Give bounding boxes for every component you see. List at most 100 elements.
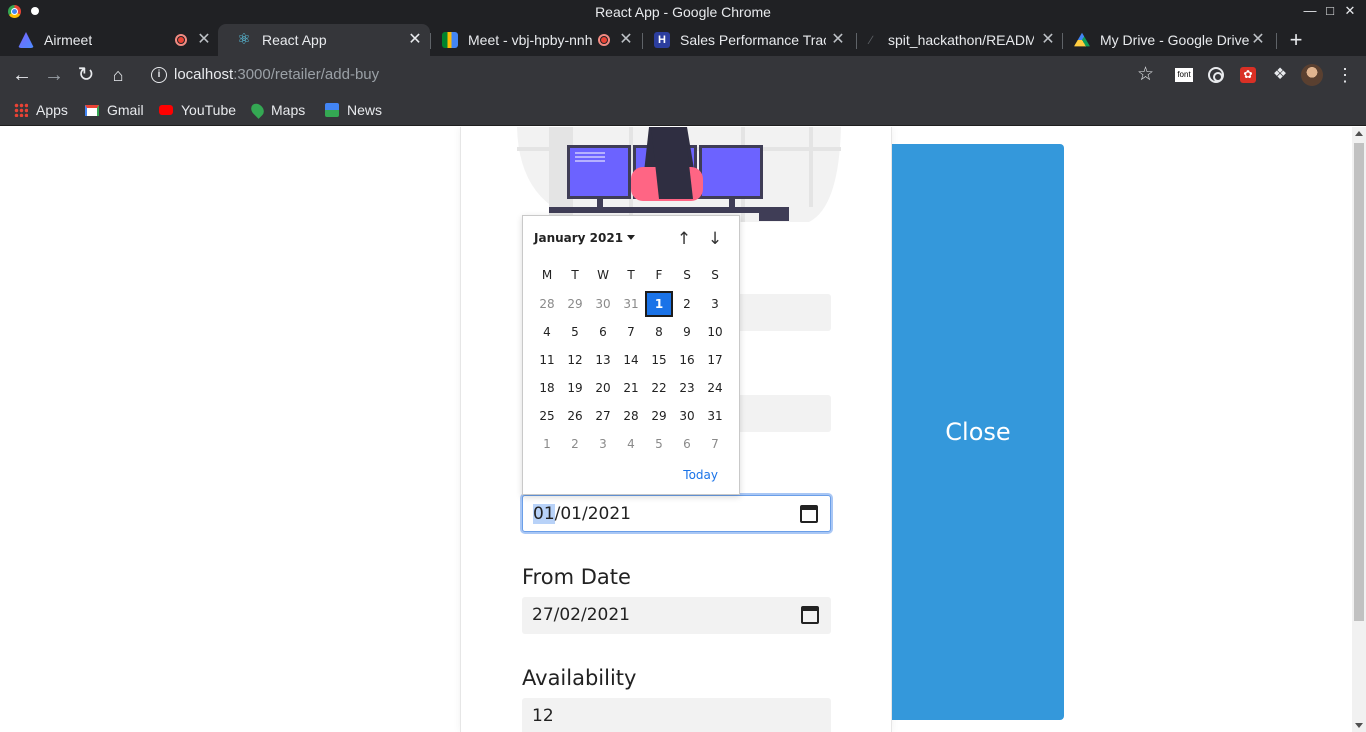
calendar-day[interactable]: 26: [561, 403, 589, 429]
tab-close-icon[interactable]: ✕: [1248, 30, 1268, 50]
from-date-value[interactable]: 27/02/2021: [532, 605, 630, 625]
calendar-day[interactable]: 23: [673, 375, 701, 401]
to-date-field[interactable]: 01/01/2021: [522, 495, 831, 532]
calendar-day[interactable]: 30: [589, 291, 617, 317]
tab-airmeet[interactable]: Airmeet ✕: [0, 24, 218, 56]
calendar-day[interactable]: 17: [701, 347, 729, 373]
calendar-day[interactable]: 20: [589, 375, 617, 401]
calendar-day[interactable]: 28: [617, 403, 645, 429]
calendar-day[interactable]: 15: [645, 347, 673, 373]
profile-avatar[interactable]: [1301, 64, 1323, 86]
calendar-day[interactable]: 4: [533, 319, 561, 345]
calendar-day[interactable]: 13: [589, 347, 617, 373]
bookmark-star-icon[interactable]: ☆: [1137, 63, 1154, 86]
font-extension-icon[interactable]: font: [1175, 68, 1193, 82]
calendar-day[interactable]: 5: [645, 431, 673, 457]
home-icon[interactable]: ⌂: [106, 63, 130, 87]
tab-close-icon[interactable]: ✕: [194, 30, 214, 50]
forward-arrow-icon[interactable]: →: [42, 63, 66, 87]
calendar-day[interactable]: 2: [561, 431, 589, 457]
bookmark-youtube[interactable]: YouTube: [159, 100, 236, 120]
tab-github-readme[interactable]: ∕ spit_hackathon/READMI ✕: [850, 24, 1062, 56]
tab-google-drive[interactable]: My Drive - Google Drive ✕: [1056, 24, 1272, 56]
calendar-day[interactable]: 25: [533, 403, 561, 429]
target-extension-icon[interactable]: [1208, 67, 1224, 83]
url-text[interactable]: localhost:3000/retailer/add-buy: [174, 66, 379, 83]
next-month-arrow-icon[interactable]: ↓: [705, 229, 725, 249]
calendar-day[interactable]: 11: [533, 347, 561, 373]
new-tab-button[interactable]: +: [1284, 29, 1308, 53]
today-button[interactable]: Today: [683, 468, 718, 482]
calendar-day[interactable]: 21: [617, 375, 645, 401]
calendar-day[interactable]: 24: [701, 375, 729, 401]
calendar-day[interactable]: 1: [533, 431, 561, 457]
day-segment[interactable]: 01: [533, 504, 555, 524]
calendar-icon[interactable]: [800, 505, 818, 523]
address-bar[interactable]: i localhost:3000/retailer/add-buy ☆: [140, 60, 1162, 90]
calendar-day[interactable]: 7: [701, 431, 729, 457]
calendar-day[interactable]: 14: [617, 347, 645, 373]
calendar-icon[interactable]: [801, 606, 819, 624]
calendar-day[interactable]: 16: [673, 347, 701, 373]
previous-month-arrow-icon[interactable]: ↑: [674, 229, 694, 249]
tab-close-icon[interactable]: ✕: [1038, 30, 1058, 50]
calendar-day[interactable]: 27: [589, 403, 617, 429]
calendar-day[interactable]: 3: [589, 431, 617, 457]
reload-icon[interactable]: ↻: [74, 63, 98, 87]
tab-close-icon[interactable]: ✕: [616, 30, 636, 50]
tab-separator: [1062, 33, 1063, 49]
maximize-button[interactable]: □: [1320, 2, 1340, 22]
calendar-day[interactable]: 12: [561, 347, 589, 373]
scroll-down-arrow-icon[interactable]: [1355, 723, 1363, 728]
calendar-day[interactable]: 6: [589, 319, 617, 345]
page-scrollbar[interactable]: [1352, 127, 1366, 732]
calendar-day[interactable]: 19: [561, 375, 589, 401]
calendar-day[interactable]: 22: [645, 375, 673, 401]
calendar-day[interactable]: 9: [673, 319, 701, 345]
tab-google-meet[interactable]: Meet - vbj-hpby-nnh ✕: [424, 24, 642, 56]
availability-value[interactable]: 12: [532, 706, 554, 726]
minimize-button[interactable]: —: [1300, 2, 1320, 22]
tab-sales-performance[interactable]: H Sales Performance Track ✕: [636, 24, 850, 56]
scrollbar-thumb[interactable]: [1354, 143, 1364, 621]
calendar-day[interactable]: 31: [617, 291, 645, 317]
bookmark-gmail[interactable]: Gmail: [85, 100, 144, 120]
calendar-day[interactable]: 3: [701, 291, 729, 317]
chrome-menu-icon[interactable]: ⋮: [1336, 64, 1354, 86]
tab-close-icon[interactable]: ✕: [828, 30, 848, 50]
calendar-day[interactable]: 18: [533, 375, 561, 401]
close-window-button[interactable]: ✕: [1340, 2, 1360, 22]
calendar-day[interactable]: 29: [645, 403, 673, 429]
calendar-day[interactable]: 5: [561, 319, 589, 345]
bookmark-apps[interactable]: Apps: [14, 100, 68, 120]
recording-icon: [598, 34, 610, 46]
selected-day[interactable]: 1: [645, 291, 673, 317]
close-button[interactable]: Close: [892, 144, 1064, 720]
tab-close-icon[interactable]: ✕: [405, 30, 425, 50]
github-icon: ∕: [870, 33, 873, 47]
calendar-day[interactable]: 29: [561, 291, 589, 317]
calendar-day[interactable]: 6: [673, 431, 701, 457]
bookmark-maps[interactable]: Maps: [248, 100, 305, 120]
red-extension-icon[interactable]: ✿: [1240, 67, 1256, 83]
calendar-day[interactable]: 31: [701, 403, 729, 429]
from-date-field[interactable]: 27/02/2021: [522, 597, 831, 634]
month-select[interactable]: January 2021: [534, 231, 635, 245]
tab-react-app[interactable]: ⚛ React App ✕: [218, 24, 430, 56]
site-info-icon[interactable]: i: [151, 67, 167, 83]
month-year-segment[interactable]: /01/2021: [555, 504, 631, 524]
calendar-day[interactable]: 30: [673, 403, 701, 429]
calendar-day[interactable]: 28: [533, 291, 561, 317]
availability-field[interactable]: 12: [522, 698, 831, 732]
back-arrow-icon[interactable]: ←: [10, 63, 34, 87]
calendar-day[interactable]: 2: [673, 291, 701, 317]
extensions-puzzle-icon[interactable]: ❖: [1270, 65, 1290, 85]
calendar-day[interactable]: 4: [617, 431, 645, 457]
calendar-day[interactable]: 8: [645, 319, 673, 345]
calendar-day[interactable]: 10: [701, 319, 729, 345]
bookmark-news[interactable]: News: [325, 100, 382, 120]
calendar-day[interactable]: 7: [617, 319, 645, 345]
date-value[interactable]: 01/01/2021: [533, 504, 631, 524]
date-picker-popup: January 2021 ↑ ↓ M T W T F S S 28 29 30 31 1 2 3 4 5 6 7 8…: [522, 215, 740, 495]
scroll-up-arrow-icon[interactable]: [1355, 131, 1363, 136]
